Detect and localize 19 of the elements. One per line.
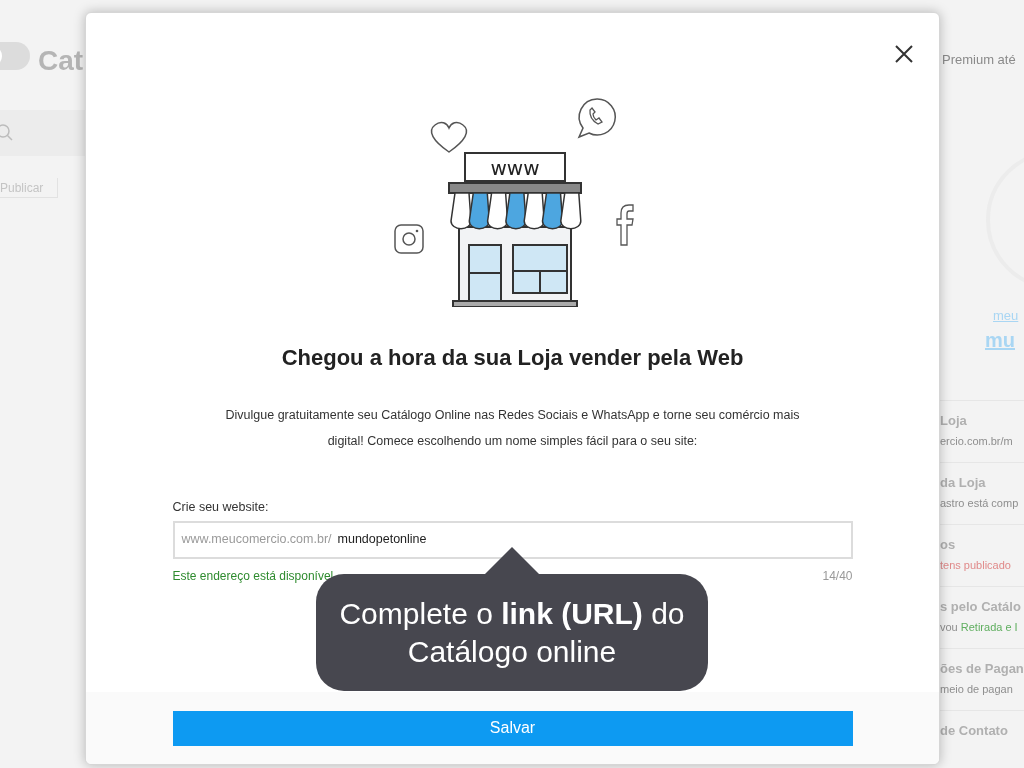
search-bar[interactable] [0, 110, 85, 156]
facebook-icon [615, 204, 634, 246]
heart-icon [430, 121, 467, 153]
tooltip-text: Complete o link (URL) do Catálogo online [338, 595, 686, 670]
plan-label: Premium até [942, 51, 1016, 69]
whatsapp-icon [577, 98, 616, 138]
website-field[interactable]: www.meucomercio.com.br/ mundopetonline [172, 520, 853, 559]
storefront-drawing: www [447, 152, 582, 307]
availability-message: Este endereço está disponível [172, 567, 334, 585]
field-label: Crie seu website: [172, 499, 270, 516]
character-counter: 14/40 [822, 567, 853, 585]
page-title: Cat [38, 44, 84, 78]
save-button[interactable]: Salvar [172, 710, 853, 746]
description: Divulgue gratuitamente seu Catálogo Online nas Redes Sociais e WhatsApp e torne seu comércio mais digital! Comece escolhendo um nome simples fácil para o seu site: [224, 407, 801, 450]
close-icon [893, 43, 915, 65]
modal-title: Chegou a hora da sua Loja vender pela Web [281, 344, 744, 372]
search-icon [0, 124, 14, 142]
close-button[interactable] [893, 43, 915, 65]
instagram-icon [393, 224, 424, 254]
